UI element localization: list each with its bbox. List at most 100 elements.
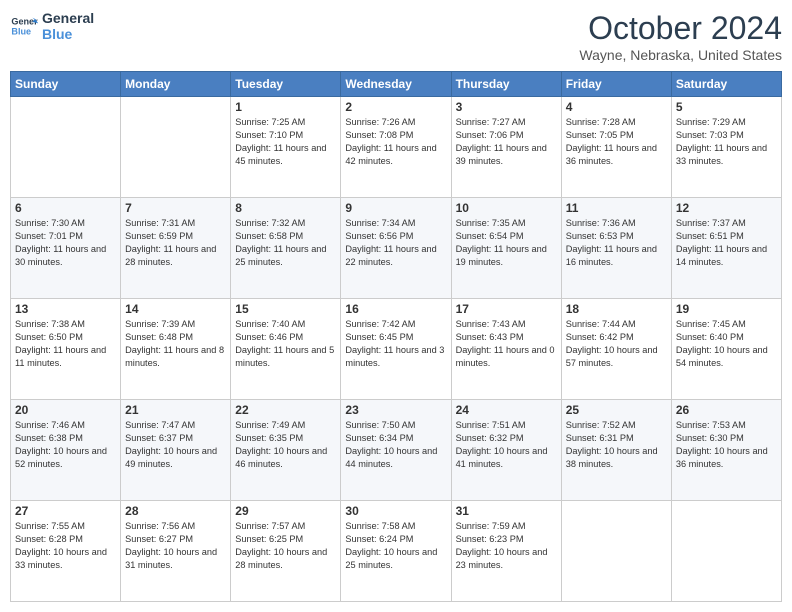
- calendar-cell: 31Sunrise: 7:59 AM Sunset: 6:23 PM Dayli…: [451, 501, 561, 602]
- day-info: Sunrise: 7:47 AM Sunset: 6:37 PM Dayligh…: [125, 419, 226, 471]
- day-number: 19: [676, 302, 777, 316]
- calendar-cell: 11 Sunrise: 7:36 AM Sunset: 6:53 PM Dayli…: [561, 198, 671, 299]
- header-row: SundayMondayTuesdayWednesdayThursdayFrid…: [11, 72, 782, 97]
- day-number: 28: [125, 504, 226, 518]
- day-info: Sunrise: 7:59 AM Sunset: 6:23 PM Dayligh…: [456, 520, 557, 572]
- calendar-cell: [671, 501, 781, 602]
- day-number: 5: [676, 100, 777, 114]
- day-number: 4: [566, 100, 667, 114]
- calendar-cell: 10Sunrise: 7:35 AM Sunset: 6:54 PM Dayli…: [451, 198, 561, 299]
- calendar-cell: 26 Sunrise: 7:53 AM Sunset: 6:30 PM Dayli…: [671, 400, 781, 501]
- calendar-cell: 16Sunrise: 7:42 AM Sunset: 6:45 PM Dayli…: [341, 299, 451, 400]
- day-info: Sunrise: 7:39 AM Sunset: 6:48 PM Dayligh…: [125, 318, 226, 370]
- calendar-cell: 12Sunrise: 7:37 AM Sunset: 6:51 PM Dayli…: [671, 198, 781, 299]
- title-block: October 2024 Wayne, Nebraska, United Sta…: [579, 10, 782, 63]
- day-info: Sunrise: 7:28 AM Sunset: 7:05 PM Dayligh…: [566, 116, 667, 168]
- month-title: October 2024: [579, 10, 782, 47]
- day-number: 6: [15, 201, 116, 215]
- calendar-cell: 1Sunrise: 7:25 AM Sunset: 7:10 PM Daylig…: [231, 97, 341, 198]
- calendar-cell: 4 Sunrise: 7:28 AM Sunset: 7:05 PM Daylig…: [561, 97, 671, 198]
- day-info: Sunrise: 7:30 AM Sunset: 7:01 PM Dayligh…: [15, 217, 116, 269]
- day-number: 9: [345, 201, 446, 215]
- day-info: Sunrise: 7:49 AM Sunset: 6:35 PM Dayligh…: [235, 419, 336, 471]
- day-info: Sunrise: 7:52 AM Sunset: 6:31 PM Dayligh…: [566, 419, 667, 471]
- day-number: 11: [566, 201, 667, 215]
- day-info: Sunrise: 7:38 AM Sunset: 6:50 PM Dayligh…: [15, 318, 116, 370]
- week-row-1: 1Sunrise: 7:25 AM Sunset: 7:10 PM Daylig…: [11, 97, 782, 198]
- calendar-cell: 15 Sunrise: 7:40 AM Sunset: 6:46 PM Dayli…: [231, 299, 341, 400]
- logo-icon: General Blue: [10, 12, 38, 40]
- day-info: Sunrise: 7:45 AM Sunset: 6:40 PM Dayligh…: [676, 318, 777, 370]
- day-number: 20: [15, 403, 116, 417]
- day-number: 15: [235, 302, 336, 316]
- day-info: Sunrise: 7:25 AM Sunset: 7:10 PM Dayligh…: [235, 116, 336, 168]
- calendar-cell: 17 Sunrise: 7:43 AM Sunset: 6:43 PM Dayli…: [451, 299, 561, 400]
- day-info: Sunrise: 7:55 AM Sunset: 6:28 PM Dayligh…: [15, 520, 116, 572]
- calendar-cell: 6 Sunrise: 7:30 AM Sunset: 7:01 PM Daylig…: [11, 198, 121, 299]
- day-info: Sunrise: 7:37 AM Sunset: 6:51 PM Dayligh…: [676, 217, 777, 269]
- calendar-cell: 19 Sunrise: 7:45 AM Sunset: 6:40 PM Dayli…: [671, 299, 781, 400]
- day-number: 29: [235, 504, 336, 518]
- calendar-cell: 14 Sunrise: 7:39 AM Sunset: 6:48 PM Dayli…: [121, 299, 231, 400]
- day-number: 22: [235, 403, 336, 417]
- day-number: 7: [125, 201, 226, 215]
- day-number: 26: [676, 403, 777, 417]
- day-info: Sunrise: 7:58 AM Sunset: 6:24 PM Dayligh…: [345, 520, 446, 572]
- day-info: Sunrise: 7:51 AM Sunset: 6:32 PM Dayligh…: [456, 419, 557, 471]
- calendar-cell: 3 Sunrise: 7:27 AM Sunset: 7:06 PM Daylig…: [451, 97, 561, 198]
- calendar-cell: 2Sunrise: 7:26 AM Sunset: 7:08 PM Daylig…: [341, 97, 451, 198]
- day-info: Sunrise: 7:46 AM Sunset: 6:38 PM Dayligh…: [15, 419, 116, 471]
- calendar-cell: 28Sunrise: 7:56 AM Sunset: 6:27 PM Dayli…: [121, 501, 231, 602]
- col-header-wednesday: Wednesday: [341, 72, 451, 97]
- day-number: 17: [456, 302, 557, 316]
- day-info: Sunrise: 7:34 AM Sunset: 6:56 PM Dayligh…: [345, 217, 446, 269]
- day-info: Sunrise: 7:50 AM Sunset: 6:34 PM Dayligh…: [345, 419, 446, 471]
- day-info: Sunrise: 7:44 AM Sunset: 6:42 PM Dayligh…: [566, 318, 667, 370]
- day-number: 18: [566, 302, 667, 316]
- day-number: 8: [235, 201, 336, 215]
- logo-text: General Blue: [42, 10, 94, 42]
- day-info: Sunrise: 7:43 AM Sunset: 6:43 PM Dayligh…: [456, 318, 557, 370]
- col-header-thursday: Thursday: [451, 72, 561, 97]
- day-number: 10: [456, 201, 557, 215]
- col-header-tuesday: Tuesday: [231, 72, 341, 97]
- calendar-cell: 30 Sunrise: 7:58 AM Sunset: 6:24 PM Dayli…: [341, 501, 451, 602]
- header: General Blue General Blue October 2024 W…: [10, 10, 782, 63]
- calendar-cell: 21 Sunrise: 7:47 AM Sunset: 6:37 PM Dayli…: [121, 400, 231, 501]
- col-header-friday: Friday: [561, 72, 671, 97]
- calendar-cell: 18 Sunrise: 7:44 AM Sunset: 6:42 PM Dayli…: [561, 299, 671, 400]
- day-number: 30: [345, 504, 446, 518]
- day-number: 16: [345, 302, 446, 316]
- day-number: 14: [125, 302, 226, 316]
- day-info: Sunrise: 7:57 AM Sunset: 6:25 PM Dayligh…: [235, 520, 336, 572]
- svg-text:Blue: Blue: [11, 26, 31, 36]
- calendar-cell: 23 Sunrise: 7:50 AM Sunset: 6:34 PM Dayli…: [341, 400, 451, 501]
- day-number: 24: [456, 403, 557, 417]
- day-info: Sunrise: 7:29 AM Sunset: 7:03 PM Dayligh…: [676, 116, 777, 168]
- calendar-cell: [561, 501, 671, 602]
- day-info: Sunrise: 7:36 AM Sunset: 6:53 PM Dayligh…: [566, 217, 667, 269]
- day-info: Sunrise: 7:26 AM Sunset: 7:08 PM Dayligh…: [345, 116, 446, 168]
- day-number: 3: [456, 100, 557, 114]
- day-number: 23: [345, 403, 446, 417]
- calendar-cell: 27 Sunrise: 7:55 AM Sunset: 6:28 PM Dayli…: [11, 501, 121, 602]
- day-number: 13: [15, 302, 116, 316]
- day-number: 27: [15, 504, 116, 518]
- calendar-cell: 7Sunrise: 7:31 AM Sunset: 6:59 PM Daylig…: [121, 198, 231, 299]
- day-info: Sunrise: 7:53 AM Sunset: 6:30 PM Dayligh…: [676, 419, 777, 471]
- location: Wayne, Nebraska, United States: [579, 47, 782, 63]
- day-number: 25: [566, 403, 667, 417]
- day-number: 21: [125, 403, 226, 417]
- calendar-cell: 9 Sunrise: 7:34 AM Sunset: 6:56 PM Daylig…: [341, 198, 451, 299]
- col-header-sunday: Sunday: [11, 72, 121, 97]
- week-row-5: 27 Sunrise: 7:55 AM Sunset: 6:28 PM Dayli…: [11, 501, 782, 602]
- calendar-cell: 5 Sunrise: 7:29 AM Sunset: 7:03 PM Daylig…: [671, 97, 781, 198]
- col-header-monday: Monday: [121, 72, 231, 97]
- logo: General Blue General Blue: [10, 10, 94, 42]
- week-row-4: 20 Sunrise: 7:46 AM Sunset: 6:38 PM Dayli…: [11, 400, 782, 501]
- day-info: Sunrise: 7:27 AM Sunset: 7:06 PM Dayligh…: [456, 116, 557, 168]
- week-row-3: 13 Sunrise: 7:38 AM Sunset: 6:50 PM Dayli…: [11, 299, 782, 400]
- day-info: Sunrise: 7:40 AM Sunset: 6:46 PM Dayligh…: [235, 318, 336, 370]
- calendar-cell: 20 Sunrise: 7:46 AM Sunset: 6:38 PM Dayli…: [11, 400, 121, 501]
- calendar-cell: 25 Sunrise: 7:52 AM Sunset: 6:31 PM Dayli…: [561, 400, 671, 501]
